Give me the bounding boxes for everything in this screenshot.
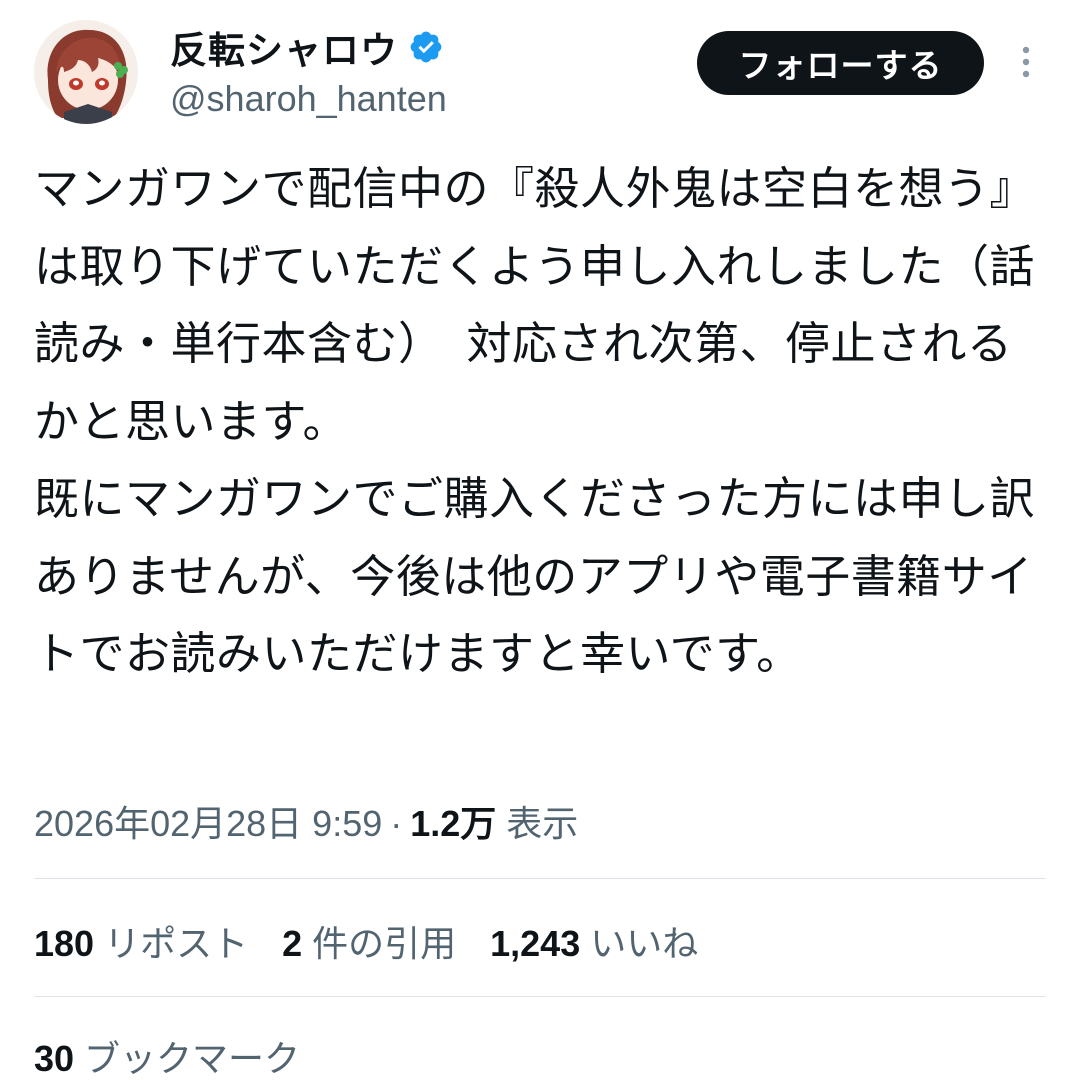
likes-label: いいね (590, 923, 699, 964)
reposts-label: リポスト (104, 923, 249, 964)
author-handle[interactable]: @sharoh_hanten (170, 78, 447, 120)
views-label: 表示 (506, 803, 579, 844)
tweet-meta: 2026年02月28日 9:59 · 1.2万 表示 (34, 795, 578, 847)
avatar-illustration-icon (34, 20, 138, 124)
bookmarks-label: ブックマーク (84, 1038, 301, 1079)
reposts-count: 180 (34, 923, 95, 964)
divider (34, 996, 1046, 997)
likes-stat[interactable]: 1,243 いいね (490, 915, 698, 967)
reposts-stat[interactable]: 180 リポスト (34, 915, 248, 967)
bookmarks-stat-row: 30 ブックマーク (34, 1030, 334, 1082)
likes-count: 1,243 (490, 923, 581, 964)
quotes-label: 件の引用 (312, 923, 457, 964)
quotes-count: 2 (282, 923, 303, 964)
more-vertical-icon[interactable] (1012, 42, 1040, 86)
meta-separator: · (390, 803, 403, 844)
verified-badge-icon[interactable] (408, 29, 444, 65)
bookmarks-count: 30 (34, 1038, 75, 1079)
display-name-row: 反転シャロウ (170, 22, 447, 72)
follow-button[interactable]: フォローする (697, 31, 984, 95)
engagement-stats: 180 リポスト 2 件の引用 1,243 いいね (34, 915, 732, 967)
views-count: 1.2万 (410, 803, 497, 844)
tweet-text: マンガワンで配信中の『殺人外鬼は空白を想う』は取り下げていただくよう申し入れしま… (34, 162, 1036, 680)
tweet-header: 反転シャロウ @sharoh_hanten フォローする (0, 0, 1079, 140)
quotes-stat[interactable]: 2 件の引用 (282, 915, 456, 967)
display-name[interactable]: 反転シャロウ (170, 20, 398, 74)
bookmarks-stat[interactable]: 30 ブックマーク (34, 1030, 300, 1082)
author-names: 反転シャロウ @sharoh_hanten (170, 22, 447, 120)
divider (34, 878, 1046, 879)
avatar[interactable] (34, 20, 138, 124)
timestamp[interactable]: 2026年02月28日 9:59 (34, 795, 382, 847)
